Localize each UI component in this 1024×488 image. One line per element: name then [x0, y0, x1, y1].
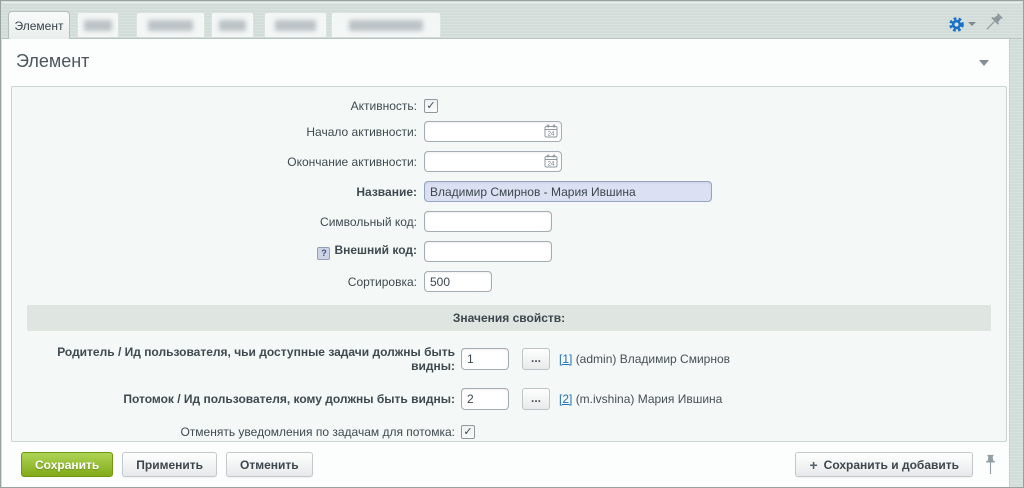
save-and-add-label: Сохранить и добавить	[824, 458, 959, 472]
child-user-name: (m.ivshina) Мария Ившина	[576, 392, 723, 406]
active-from-input[interactable]	[424, 121, 562, 142]
tab-censored[interactable]	[136, 12, 205, 37]
field-row-active-from: Начало активности: 24	[27, 121, 991, 142]
censored-text	[219, 20, 247, 31]
name-label: Название:	[27, 185, 417, 199]
parent-user-link[interactable]: [1]	[559, 352, 572, 366]
settings-button[interactable]	[948, 16, 976, 33]
save-and-add-button[interactable]: + Сохранить и добавить	[795, 452, 973, 477]
parent-id-input[interactable]	[461, 348, 509, 370]
activity-checkbox[interactable]: ✓	[424, 99, 438, 113]
pin-icon	[985, 453, 996, 477]
cancel-notifications-label: Отменять уведомления по задачам для пото…	[27, 425, 455, 439]
content-panel: Элемент Активность: ✓ Начало активности:	[2, 39, 1010, 488]
child-label: Потомок / Ид пользователя, кому должны б…	[27, 392, 455, 406]
date-field: 24	[424, 121, 562, 142]
svg-text:24: 24	[548, 162, 555, 168]
sort-input[interactable]	[424, 271, 492, 292]
field-row-external-code: ? Внешний код:	[27, 241, 991, 262]
property-row-child: Потомок / Ид пользователя, кому должны б…	[27, 388, 991, 410]
pin-footer-button[interactable]	[985, 453, 996, 477]
form-footer: Сохранить Применить Отменить + Сохранить…	[21, 452, 996, 477]
external-code-input[interactable]	[424, 241, 552, 262]
property-row-parent: Родитель / Ид пользователя, чьи доступны…	[27, 345, 991, 373]
collapse-form-button chevron-down-icon[interactable]	[979, 60, 989, 66]
child-browse-button[interactable]: ...	[522, 388, 550, 410]
parent-user-name: (admin) Владимир Смирнов	[576, 352, 730, 366]
censored-text	[84, 20, 111, 31]
calendar-icon[interactable]: 24	[544, 154, 558, 168]
page-header: Элемент	[2, 39, 1009, 85]
pin-icon	[981, 11, 1004, 34]
properties-section-header: Значения свойств:	[27, 305, 991, 331]
child-user-info: [2] (m.ivshina) Мария Ившина	[559, 392, 722, 406]
activity-label: Активность:	[27, 99, 417, 113]
code-label: Символьный код:	[27, 215, 417, 229]
field-row-activity: Активность: ✓	[27, 99, 991, 113]
tab-element-label: Элемент	[15, 19, 64, 33]
field-row-code: Символьный код:	[27, 211, 991, 232]
tab-censored[interactable]	[331, 12, 441, 37]
tab-element[interactable]: Элемент	[8, 11, 70, 39]
check-icon: ✓	[463, 427, 472, 438]
save-button[interactable]: Сохранить	[21, 452, 113, 477]
field-row-active-to: Окончание активности: 24	[27, 151, 991, 172]
apply-button[interactable]: Применить	[122, 452, 217, 477]
field-row-sort: Сортировка:	[27, 271, 991, 292]
date-field: 24	[424, 151, 562, 172]
parent-user-info: [1] (admin) Владимир Смирнов	[559, 352, 730, 366]
chevron-down-icon	[968, 22, 976, 26]
active-to-label: Окончание активности:	[27, 155, 417, 169]
censored-text	[148, 20, 194, 31]
sort-label: Сортировка:	[27, 275, 417, 289]
code-input[interactable]	[424, 211, 552, 232]
plus-icon: +	[809, 458, 817, 472]
external-code-label: ? Внешний код:	[27, 243, 417, 260]
parent-label: Родитель / Ид пользователя, чьи доступны…	[27, 345, 455, 373]
svg-text:24: 24	[548, 132, 555, 138]
active-from-label: Начало активности:	[27, 125, 417, 139]
property-row-cancel-notifications: Отменять уведомления по задачам для пото…	[27, 425, 991, 439]
external-code-label-text: Внешний код:	[334, 243, 417, 257]
tab-censored[interactable]	[264, 12, 327, 37]
name-input[interactable]	[424, 181, 712, 202]
check-icon: ✓	[426, 101, 435, 112]
field-row-name: Название:	[27, 181, 991, 202]
cancel-button[interactable]: Отменить	[226, 452, 313, 477]
element-form: Активность: ✓ Начало активности:	[11, 86, 1007, 442]
page-title: Элемент	[16, 51, 995, 72]
censored-text	[349, 20, 422, 31]
child-id-input[interactable]	[461, 388, 509, 410]
gear-icon	[948, 16, 965, 33]
pin-button[interactable]	[979, 11, 1004, 36]
child-user-link[interactable]: [2]	[559, 392, 572, 406]
tab-censored[interactable]	[77, 12, 119, 37]
help-icon[interactable]: ?	[317, 247, 330, 260]
cancel-notifications-checkbox[interactable]: ✓	[461, 425, 475, 439]
calendar-icon[interactable]: 24	[544, 124, 558, 138]
tab-bar-actions	[948, 12, 998, 36]
parent-browse-button[interactable]: ...	[522, 348, 550, 370]
tab-bar: Элемент	[2, 2, 1022, 39]
tab-censored[interactable]	[211, 12, 254, 37]
censored-text	[275, 20, 316, 31]
admin-window: Элемент	[0, 0, 1024, 488]
active-to-input[interactable]	[424, 151, 562, 172]
